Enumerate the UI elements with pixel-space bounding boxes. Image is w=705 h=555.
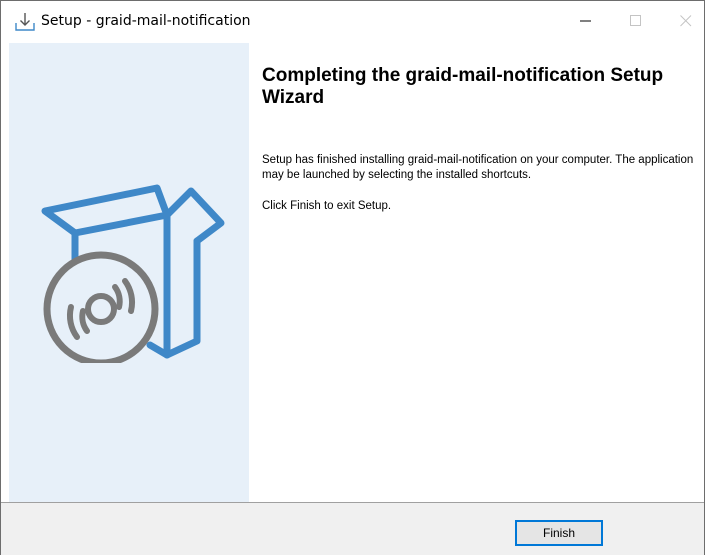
setup-wizard-window: Setup - graid-mail-notification Completi… (0, 0, 705, 555)
software-box-disc-icon (35, 183, 225, 367)
maximize-icon (630, 12, 642, 31)
minimize-button[interactable] (563, 1, 609, 41)
finish-button[interactable]: Finish (515, 520, 603, 546)
close-icon (680, 12, 692, 31)
finished-message: Setup has finished installing graid-mail… (262, 154, 694, 181)
minimize-icon (580, 12, 592, 31)
page-title: Completing the graid-mail-notification S… (262, 65, 664, 108)
install-download-icon (15, 12, 35, 32)
window-title: Setup - graid-mail-notification (41, 13, 251, 29)
exit-instructions: Click Finish to exit Setup. (262, 200, 392, 212)
close-button[interactable] (663, 1, 705, 41)
maximize-button[interactable] (613, 1, 659, 41)
wizard-sidebar-image (9, 43, 249, 502)
title-bar[interactable]: Setup - graid-mail-notification (1, 1, 704, 41)
wizard-footer: Finish (1, 502, 704, 555)
wizard-content: Completing the graid-mail-notification S… (249, 43, 704, 502)
